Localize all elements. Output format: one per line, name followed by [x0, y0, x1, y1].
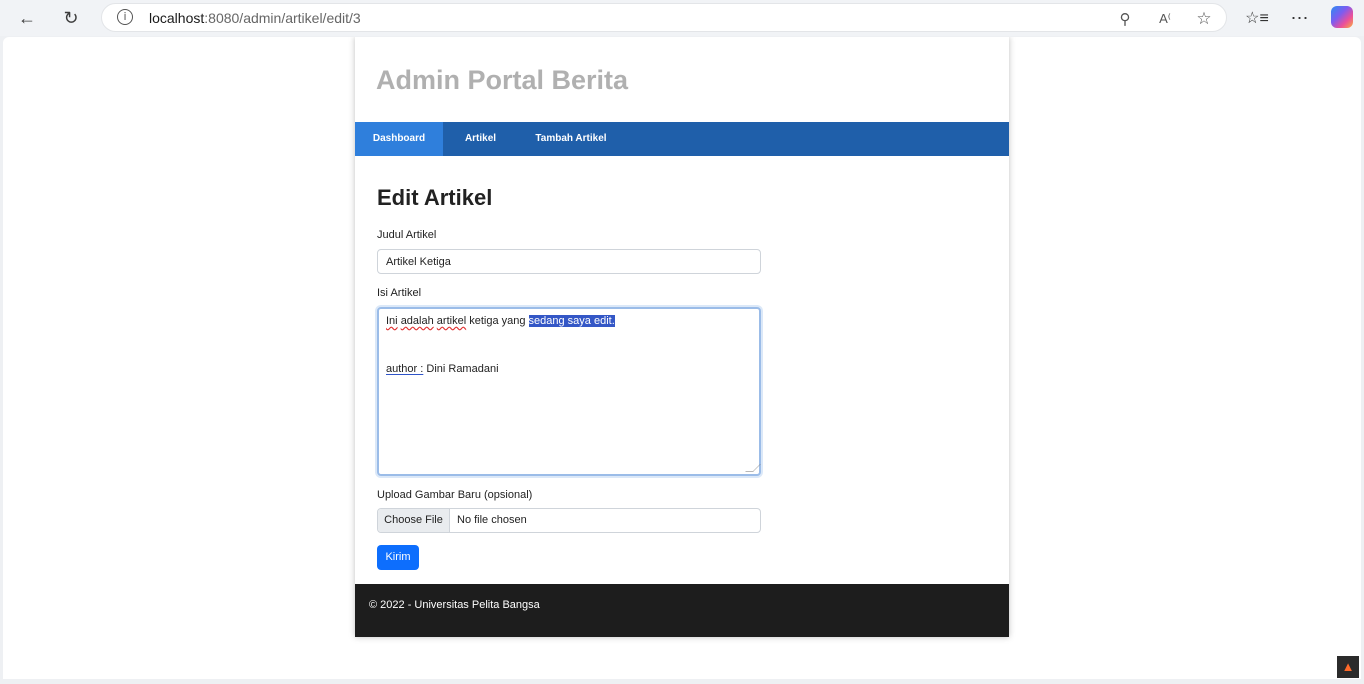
- nav-tambah-artikel[interactable]: Tambah Artikel: [531, 122, 611, 156]
- content-word: Ini: [386, 315, 398, 327]
- site-title: Admin Portal Berita: [376, 65, 629, 95]
- footer: © 2022 - Universitas Pelita Bangsa: [355, 584, 1009, 637]
- author-name: Dini Ramadani: [423, 363, 499, 375]
- browser-toolbar: ← ↻ i localhost:8080/admin/artikel/edit/…: [0, 0, 1364, 36]
- read-aloud-icon[interactable]: A⁽: [1155, 9, 1175, 29]
- flame-icon[interactable]: ▲: [1337, 656, 1359, 678]
- more-icon[interactable]: ⋯: [1288, 6, 1312, 30]
- selected-text: sedang saya edit.: [528, 315, 615, 327]
- file-input[interactable]: Choose File No file chosen: [377, 508, 761, 533]
- content-label: Isi Artikel: [377, 287, 422, 299]
- address-bar[interactable]: i localhost:8080/admin/artikel/edit/3 ⚲ …: [101, 3, 1227, 32]
- content-word: adalah: [400, 315, 434, 327]
- title-input[interactable]: [377, 249, 761, 274]
- file-status: No file chosen: [457, 514, 527, 526]
- content-line-2: author : Dini Ramadani: [386, 363, 499, 375]
- page-container: Admin Portal Berita Dashboard Artikel Ta…: [355, 37, 1009, 637]
- zoom-out-icon[interactable]: ⚲: [1115, 9, 1135, 29]
- url-path: :8080/admin/artikel/edit/3: [204, 10, 361, 26]
- choose-file-button[interactable]: Choose File: [378, 509, 450, 532]
- info-icon[interactable]: i: [117, 9, 133, 25]
- refresh-icon[interactable]: ↻: [58, 6, 84, 30]
- url-text[interactable]: localhost:8080/admin/artikel/edit/3: [149, 10, 361, 26]
- content-textarea[interactable]: Ini adalah artikel ketiga yang sedang sa…: [377, 307, 761, 476]
- copilot-icon[interactable]: [1331, 6, 1353, 28]
- footer-text: © 2022 - Universitas Pelita Bangsa: [369, 599, 540, 611]
- content-word: artikel: [436, 315, 467, 327]
- content-text: yang: [498, 315, 529, 327]
- upload-label: Upload Gambar Baru (opsional): [377, 489, 533, 501]
- submit-button[interactable]: Kirim: [377, 545, 419, 570]
- nav-dashboard[interactable]: Dashboard: [355, 122, 443, 156]
- nav-artikel[interactable]: Artikel: [454, 122, 507, 156]
- content-word: ketiga: [469, 315, 499, 327]
- author-prefix: author :: [386, 363, 424, 375]
- title-label: Judul Artikel: [377, 229, 437, 241]
- back-arrow-icon[interactable]: ←: [14, 6, 40, 30]
- favorites-list-icon[interactable]: ☆≡: [1245, 6, 1269, 30]
- page-viewport: Admin Portal Berita Dashboard Artikel Ta…: [3, 37, 1361, 679]
- page-heading: Edit Artikel: [377, 185, 493, 210]
- star-icon[interactable]: ☆: [1194, 9, 1214, 29]
- url-host: localhost: [149, 10, 205, 26]
- main-navbar: Dashboard Artikel Tambah Artikel: [355, 122, 1009, 156]
- resize-handle[interactable]: [745, 464, 761, 472]
- content-line-1: Ini adalah artikel ketiga yang sedang sa…: [386, 315, 615, 327]
